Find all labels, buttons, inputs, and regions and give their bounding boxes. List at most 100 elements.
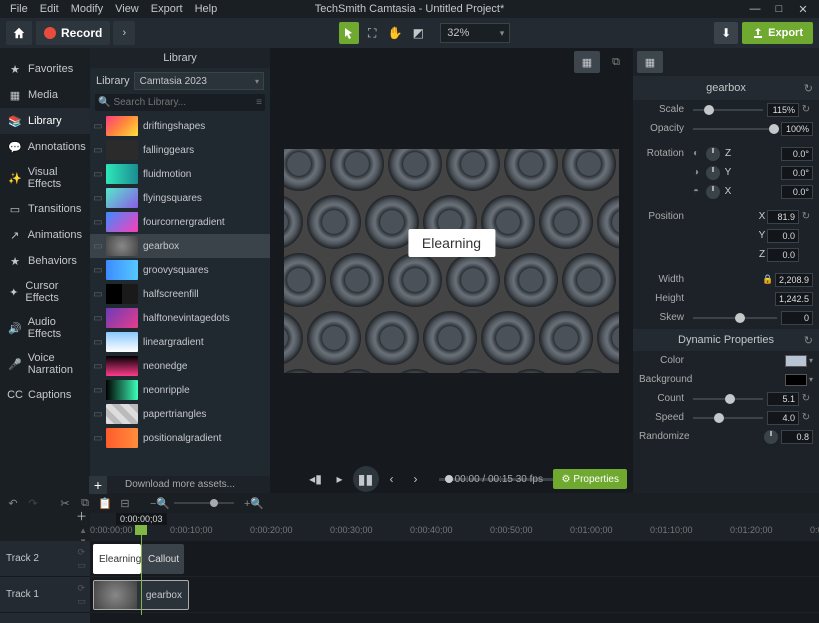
cut-button[interactable]: ✂ (58, 497, 72, 510)
library-search-input[interactable] (110, 95, 256, 110)
undo-button[interactable]: ↶ (6, 497, 20, 510)
nav-cursor-effects[interactable]: ✦Cursor Effects (0, 274, 90, 310)
count-slider[interactable] (693, 391, 763, 407)
zoom-level[interactable]: 32% (440, 23, 510, 43)
prev-frame-button[interactable]: ◂▮ (305, 468, 327, 490)
speed-value[interactable]: 4.0 (767, 411, 799, 425)
prev-marker-button[interactable]: ‹ (381, 468, 403, 490)
play-button[interactable]: ▸ (329, 468, 351, 490)
scale-reset-icon[interactable]: ↻ (799, 104, 813, 115)
background-swatch[interactable] (785, 374, 807, 386)
export-button[interactable]: Export (742, 22, 813, 44)
nav-media[interactable]: ▦Media (0, 82, 90, 108)
library-item-papertriangles[interactable]: ▭papertriangles (90, 402, 270, 426)
position-reset-icon[interactable]: ↻ (799, 211, 813, 222)
color-swatch[interactable] (785, 355, 807, 367)
nav-behaviors[interactable]: ★Behaviors (0, 248, 90, 274)
properties-button[interactable]: Properties (553, 469, 627, 489)
add-library-button[interactable]: + (89, 476, 107, 494)
width-value[interactable]: 2,208.9 (775, 273, 813, 287)
search-options-icon[interactable]: ≡ (256, 97, 262, 108)
count-value[interactable]: 5.1 (767, 392, 799, 406)
rotation-x-value[interactable]: 0.0° (781, 185, 813, 199)
selection-tool[interactable]: ⛶ (362, 22, 382, 44)
menu-help[interactable]: Help (189, 3, 224, 15)
close-button[interactable]: ✕ (791, 3, 815, 16)
library-item-fourcornergradient[interactable]: ▭fourcornergradient (90, 210, 270, 234)
randomize-knob[interactable] (764, 430, 778, 444)
height-value[interactable]: 1,242.5 (775, 292, 813, 306)
nav-captions[interactable]: CCCaptions (0, 382, 90, 408)
track-label[interactable]: Track 2⟳▭ (0, 541, 90, 577)
position-x-value[interactable]: 81.9 (767, 210, 799, 224)
library-item-driftingshapes[interactable]: ▭driftingshapes (90, 114, 270, 138)
split-button[interactable]: ⊟ (118, 497, 132, 510)
canvas-callout[interactable]: Elearning (408, 229, 495, 257)
nav-visual-effects[interactable]: ✨Visual Effects (0, 160, 90, 196)
pause-button[interactable]: ▮▮ (353, 466, 379, 492)
library-item-groovysquares[interactable]: ▭groovysquares (90, 258, 270, 282)
track-hide-icon[interactable]: ▭ (77, 596, 86, 607)
canvas-tab-preview[interactable]: ▦ (574, 51, 600, 73)
menu-edit[interactable]: Edit (34, 3, 65, 15)
speed-slider[interactable] (693, 410, 763, 426)
library-item-flyingsquares[interactable]: ▭flyingsquares (90, 186, 270, 210)
crop-tool[interactable]: ◩ (408, 22, 428, 44)
speed-reset-icon[interactable]: ↻ (799, 412, 813, 423)
track-label[interactable]: Track 1⟳▭ (0, 577, 90, 613)
library-item-neonedge[interactable]: ▭neonedge (90, 354, 270, 378)
record-options[interactable]: › (113, 21, 135, 45)
record-button[interactable]: Record (36, 21, 110, 45)
nav-transitions[interactable]: ▭Transitions (0, 196, 90, 222)
nav-audio-effects[interactable]: 🔊Audio Effects (0, 310, 90, 346)
download-button[interactable]: ⬇ (714, 22, 738, 44)
timeline-zoom-slider[interactable] (174, 502, 234, 504)
nav-annotations[interactable]: 💬Annotations (0, 134, 90, 160)
library-item-neonripple[interactable]: ▭neonripple (90, 378, 270, 402)
opacity-value[interactable]: 100% (781, 122, 813, 136)
library-selector[interactable]: Camtasia 2023 (134, 72, 264, 90)
zoom-out-icon[interactable]: −🔍 (150, 497, 164, 510)
menu-modify[interactable]: Modify (65, 3, 109, 15)
library-item-fluidmotion[interactable]: ▭fluidmotion (90, 162, 270, 186)
rotation-x-knob[interactable] (706, 185, 720, 199)
library-search[interactable]: 🔍 ≡ (95, 94, 265, 111)
track-row[interactable]: ElearningCallout (90, 541, 819, 577)
download-more-assets[interactable]: Download more assets... (90, 476, 270, 493)
pointer-tool[interactable] (339, 22, 359, 44)
canvas-detach[interactable]: ⧉ (603, 51, 629, 73)
next-marker-button[interactable]: › (405, 468, 427, 490)
randomize-value[interactable]: 0.8 (781, 430, 813, 444)
menu-file[interactable]: File (4, 3, 34, 15)
track-add-button[interactable]: ＋ (76, 508, 87, 524)
maximize-button[interactable]: □ (767, 3, 791, 15)
reset-all-icon[interactable]: ↻ (804, 82, 813, 95)
redo-button[interactable]: ↷ (26, 497, 40, 510)
timeline-playhead[interactable]: 0:00:00;03 (116, 513, 167, 615)
library-item-fallinggears[interactable]: ▭fallinggears (90, 138, 270, 162)
track-hide-icon[interactable]: ▭ (77, 560, 86, 571)
home-button[interactable] (6, 21, 32, 45)
minimize-button[interactable]: — (743, 3, 767, 15)
count-reset-icon[interactable]: ↻ (799, 393, 813, 404)
position-y-value[interactable]: 0.0 (767, 229, 799, 243)
library-item-positionalgradient[interactable]: ▭positionalgradient (90, 426, 270, 450)
skew-value[interactable]: 0 (781, 311, 813, 325)
library-item-lineargradient[interactable]: ▭lineargradient (90, 330, 270, 354)
nav-voice-narration[interactable]: 🎤Voice Narration (0, 346, 90, 382)
nav-library[interactable]: 📚Library (0, 108, 90, 134)
scale-value[interactable]: 115% (767, 103, 799, 117)
hand-tool[interactable]: ✋ (385, 22, 405, 44)
menu-export[interactable]: Export (145, 3, 189, 15)
nav-favorites[interactable]: ★Favorites (0, 56, 90, 82)
track-row[interactable]: gearbox (90, 577, 819, 613)
track-up-icon[interactable]: ▲ (79, 526, 87, 535)
paste-button[interactable]: 📋 (98, 497, 112, 510)
library-item-gearbox[interactable]: ▭gearbox (90, 234, 270, 258)
track-mute-icon[interactable]: ⟳ (77, 583, 86, 594)
scale-slider[interactable] (693, 102, 763, 118)
library-item-halfscreenfill[interactable]: ▭halfscreenfill (90, 282, 270, 306)
canvas-preview[interactable]: Elearning (284, 149, 619, 373)
timeline-ruler[interactable]: 0:00:00;03 0:00:00;000:00:10;000:00:20;0… (90, 513, 819, 541)
library-item-halftonevintagedots[interactable]: ▭halftonevintagedots (90, 306, 270, 330)
